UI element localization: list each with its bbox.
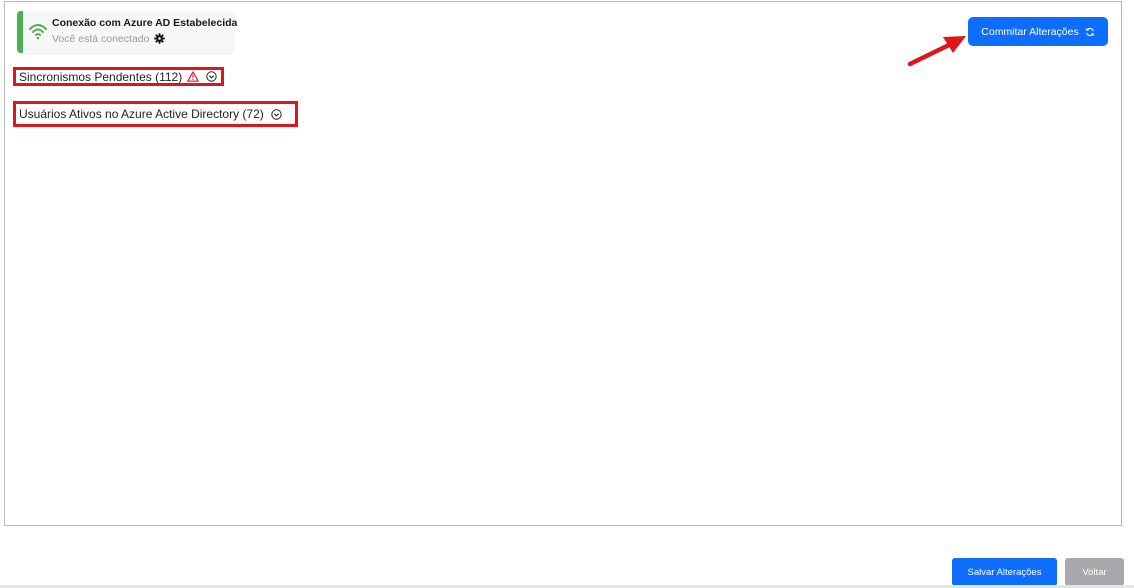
section-active-users-label: Usuários Ativos no Azure Active Director… <box>19 107 264 121</box>
save-changes-button[interactable]: Salvar Alterações <box>952 558 1057 586</box>
connection-title: Conexão com Azure AD Estabelecida <box>52 17 238 29</box>
connection-subtitle: Você está conectado <box>52 33 165 45</box>
chevron-circle-icon[interactable] <box>271 108 282 120</box>
connection-subtitle-text: Você está conectado <box>52 33 150 45</box>
commit-changes-label: Commitar Alterações <box>981 25 1079 38</box>
annotation-arrow <box>907 36 966 67</box>
commit-changes-button[interactable]: Commitar Alterações <box>968 17 1108 46</box>
gear-icon[interactable] <box>153 33 165 44</box>
chevron-circle-icon[interactable] <box>206 71 217 82</box>
connection-status-card: Conexão com Azure AD Estabelecida Você e… <box>17 11 238 53</box>
section-pending-syncs-label: Sincronismos Pendentes (112) <box>19 69 183 84</box>
section-pending-syncs[interactable]: Sincronismos Pendentes (112) <box>13 67 224 86</box>
section-active-users[interactable]: Usuários Ativos no Azure Active Director… <box>13 101 298 127</box>
sync-icon <box>1085 27 1095 36</box>
warning-icon <box>187 71 199 82</box>
wifi-icon <box>29 24 47 40</box>
back-button[interactable]: Voltar <box>1065 558 1124 586</box>
